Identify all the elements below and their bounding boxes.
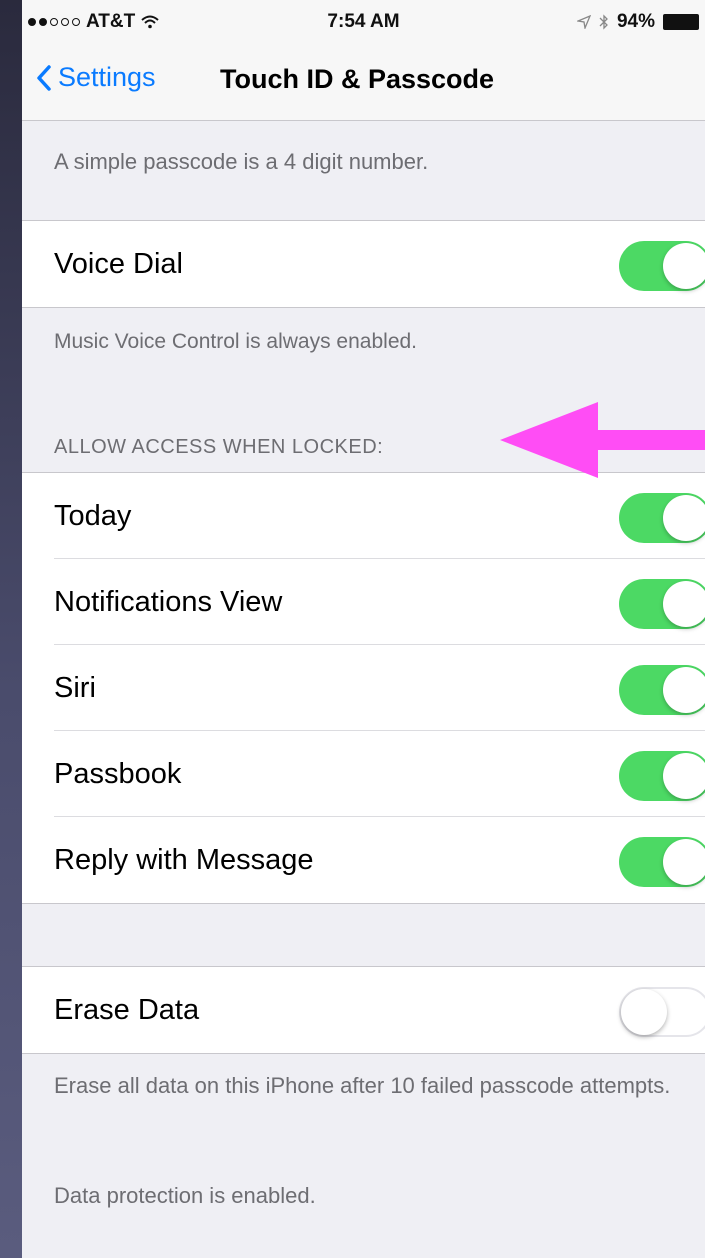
toggle-row-passbook[interactable]: Passbook [22, 731, 705, 817]
data-protection-note: Data protection is enabled. [54, 1183, 316, 1208]
erase-data-group: Erase Data [22, 966, 705, 1054]
status-bar: AT&T 7:54 AM 94% [22, 0, 705, 40]
voice-dial-group: Voice Dial [22, 220, 705, 308]
toggle-row-reply-with-message[interactable]: Reply with Message [22, 817, 705, 903]
siri-toggle[interactable] [619, 665, 705, 715]
simple-passcode-note: A simple passcode is a 4 digit number. [54, 149, 429, 174]
section-header-locked: ALLOW ACCESS WHEN LOCKED: [54, 436, 384, 458]
voice-dial-row[interactable]: Voice Dial [22, 221, 705, 307]
reply-with-message-toggle[interactable] [619, 837, 705, 887]
chevron-left-icon [37, 64, 51, 91]
toggle-row-today[interactable]: Today [22, 473, 705, 559]
location-arrow-icon [576, 15, 591, 29]
voice-dial-label: Voice Dial [54, 247, 183, 280]
locked-access-group: Today Notifications View Siri Passbook R… [22, 472, 705, 904]
annotation-arrow-icon [500, 402, 705, 478]
siri-label: Siri [54, 671, 96, 704]
toggle-row-notifications-view[interactable]: Notifications View [22, 559, 705, 645]
page-title: Touch ID & Passcode [220, 64, 495, 94]
notifications-view-toggle[interactable] [619, 579, 705, 629]
today-toggle[interactable] [619, 493, 705, 543]
back-button[interactable]: Settings [36, 62, 156, 93]
notifications-view-label: Notifications View [54, 585, 283, 618]
today-label: Today [54, 499, 132, 532]
voice-dial-toggle[interactable] [619, 241, 705, 291]
battery-percent: 94% [616, 11, 655, 32]
bluetooth-icon [599, 14, 608, 30]
back-label: Settings [58, 62, 156, 92]
erase-data-row[interactable]: Erase Data [22, 967, 705, 1053]
erase-data-footer: Erase all data on this iPhone after 10 f… [54, 1073, 671, 1098]
music-voice-note: Music Voice Control is always enabled. [54, 330, 418, 353]
erase-data-label: Erase Data [54, 993, 200, 1026]
passbook-toggle[interactable] [619, 751, 705, 801]
toggle-row-siri[interactable]: Siri [22, 645, 705, 731]
erase-data-toggle[interactable] [619, 987, 705, 1037]
navigation-bar: Settings Touch ID & Passcode [22, 40, 705, 121]
reply-with-message-label: Reply with Message [54, 843, 314, 876]
status-right: 94% [576, 11, 699, 33]
passbook-label: Passbook [54, 757, 182, 790]
settings-screen: AT&T 7:54 AM 94% Settings Touch ID & Pas… [22, 0, 705, 1258]
battery-icon [663, 14, 699, 30]
